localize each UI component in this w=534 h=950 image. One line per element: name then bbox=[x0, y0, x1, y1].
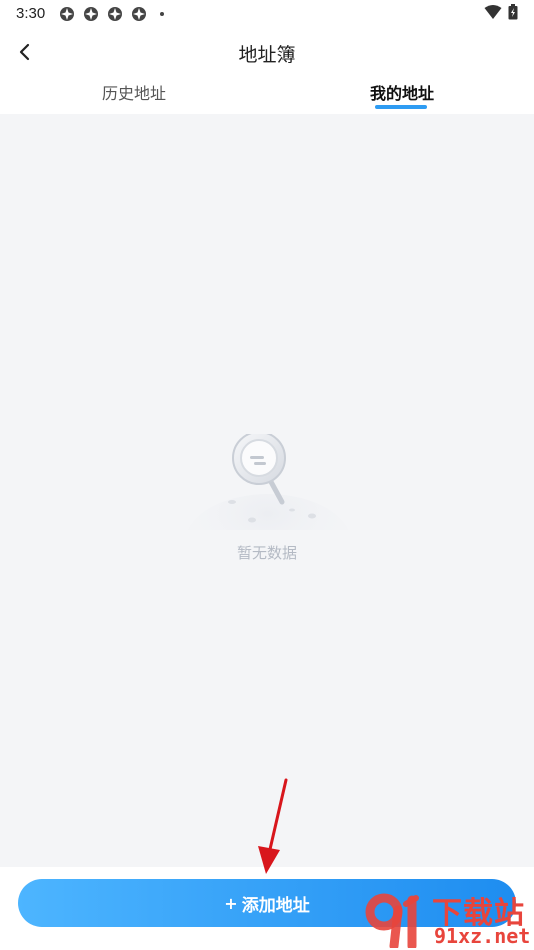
wifi-icon bbox=[484, 5, 502, 19]
tab-history-address[interactable]: 历史地址 bbox=[102, 80, 166, 104]
app-header: 地址簿 bbox=[0, 30, 534, 74]
tab-bar: 历史地址 我的地址 bbox=[0, 74, 534, 114]
tab-my-address[interactable]: 我的地址 bbox=[370, 80, 434, 104]
status-time: 3:30 bbox=[16, 5, 46, 22]
more-notifications-dot bbox=[160, 12, 164, 16]
app-notification-icon bbox=[132, 7, 146, 21]
empty-state: 暂无数据 bbox=[0, 434, 534, 564]
status-bar: 3:30 bbox=[0, 0, 534, 30]
app-notification-icon bbox=[84, 7, 98, 21]
add-address-label: 添加地址 bbox=[241, 895, 310, 916]
status-right bbox=[484, 4, 518, 20]
plus-icon: + bbox=[224, 893, 238, 913]
app-notification-icon bbox=[108, 7, 122, 21]
watermark-logo bbox=[365, 893, 419, 948]
magnifier-planet-illustration bbox=[187, 434, 349, 530]
watermark: 下载站 91xz.net bbox=[362, 888, 534, 950]
page-title: 地址簿 bbox=[238, 44, 296, 66]
battery-icon bbox=[508, 4, 518, 20]
watermark-domain: 91xz.net bbox=[434, 924, 531, 948]
address-list-area[interactable]: 暂无数据 bbox=[0, 114, 534, 867]
app-notification-icon bbox=[60, 7, 74, 21]
active-tab-indicator bbox=[375, 105, 427, 109]
notification-icons bbox=[58, 5, 164, 23]
empty-state-text: 暂无数据 bbox=[236, 544, 297, 562]
